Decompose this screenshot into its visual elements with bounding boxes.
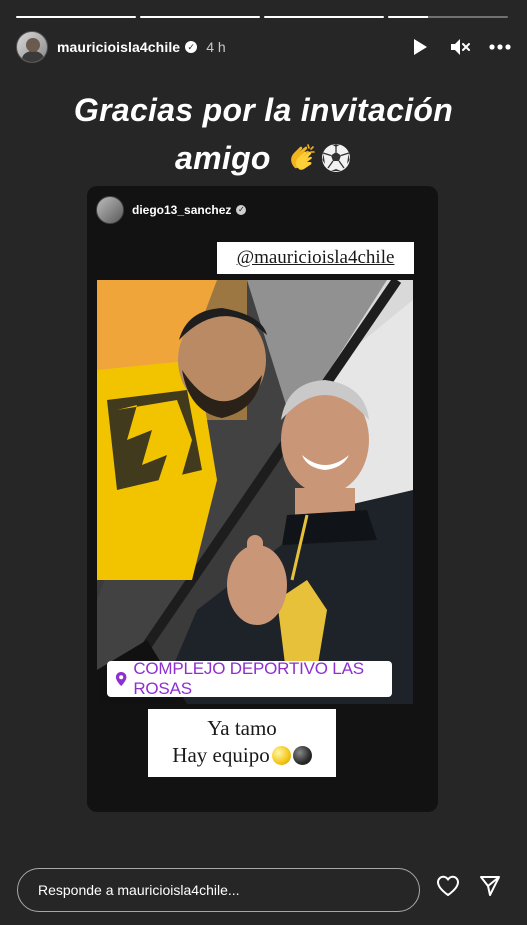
progress-fill <box>16 16 136 18</box>
author-username[interactable]: mauricioisla4chile <box>57 39 180 55</box>
caption-line-2: Hay equipo <box>172 742 312 769</box>
header-actions <box>409 36 511 58</box>
mute-button[interactable] <box>449 36 471 58</box>
caption-line-2-text: Hay equipo <box>172 743 270 767</box>
story-progress <box>16 16 508 19</box>
clapping-hands-icon <box>291 143 315 170</box>
black-circle-icon <box>292 746 312 765</box>
headline-emojis <box>286 142 352 174</box>
soccer-ball-icon <box>321 143 350 172</box>
progress-segment <box>16 16 136 18</box>
headline-line-2: amigo <box>0 134 527 182</box>
reshared-photo <box>97 280 413 704</box>
verified-badge-icon: ✓ <box>236 205 247 215</box>
play-button[interactable] <box>409 36 431 58</box>
post-time: 4 h <box>206 39 226 55</box>
yellow-circle-icon <box>271 746 291 765</box>
story-viewer: mauricioisla4chile ✓ 4 h Gracias por la … <box>0 0 527 925</box>
play-icon <box>414 39 427 55</box>
progress-fill <box>264 16 384 18</box>
like-button[interactable] <box>436 874 460 898</box>
reshared-author-avatar[interactable] <box>96 196 124 224</box>
progress-fill <box>140 16 260 18</box>
headline-line-1: Gracias por la invitación <box>73 92 454 128</box>
more-icon <box>489 44 511 50</box>
progress-segment <box>264 16 384 18</box>
progress-segment <box>140 16 260 18</box>
heart-icon <box>437 875 459 896</box>
author-avatar[interactable] <box>16 31 48 63</box>
reshared-author-username[interactable]: diego13_sanchez <box>132 203 231 217</box>
reply-input[interactable]: Responde a mauricioisla4chile... <box>17 868 420 912</box>
location-label: COMPLEJO DEPORTIVO LAS ROSAS <box>133 659 364 698</box>
reshared-story-card[interactable]: diego13_sanchez ✓ @mauricioisla4chile CO… <box>87 186 438 812</box>
mention-sticker[interactable]: @mauricioisla4chile <box>217 242 414 274</box>
headline-line-2-text: amigo <box>175 140 271 176</box>
location-pin-icon <box>115 671 127 687</box>
selfie-photo-image <box>97 280 413 704</box>
caption-line-1: Ya tamo <box>207 716 277 740</box>
verified-badge-icon: ✓ <box>185 41 198 53</box>
progress-segment <box>388 16 508 18</box>
progress-fill <box>388 16 428 18</box>
send-icon <box>480 876 500 896</box>
story-header: mauricioisla4chile ✓ 4 h <box>16 30 511 64</box>
caption-sticker: Ya tamo Hay equipo <box>148 709 336 777</box>
mute-icon <box>451 39 470 55</box>
more-options-button[interactable] <box>489 36 511 58</box>
story-headline: Gracias por la invitación amigo <box>0 86 527 182</box>
reshared-header: diego13_sanchez ✓ <box>96 196 247 224</box>
share-button[interactable] <box>478 874 502 898</box>
reply-actions <box>436 874 502 898</box>
reply-placeholder: Responde a mauricioisla4chile... <box>38 882 240 898</box>
location-sticker[interactable]: COMPLEJO DEPORTIVO LAS ROSAS <box>107 659 392 698</box>
